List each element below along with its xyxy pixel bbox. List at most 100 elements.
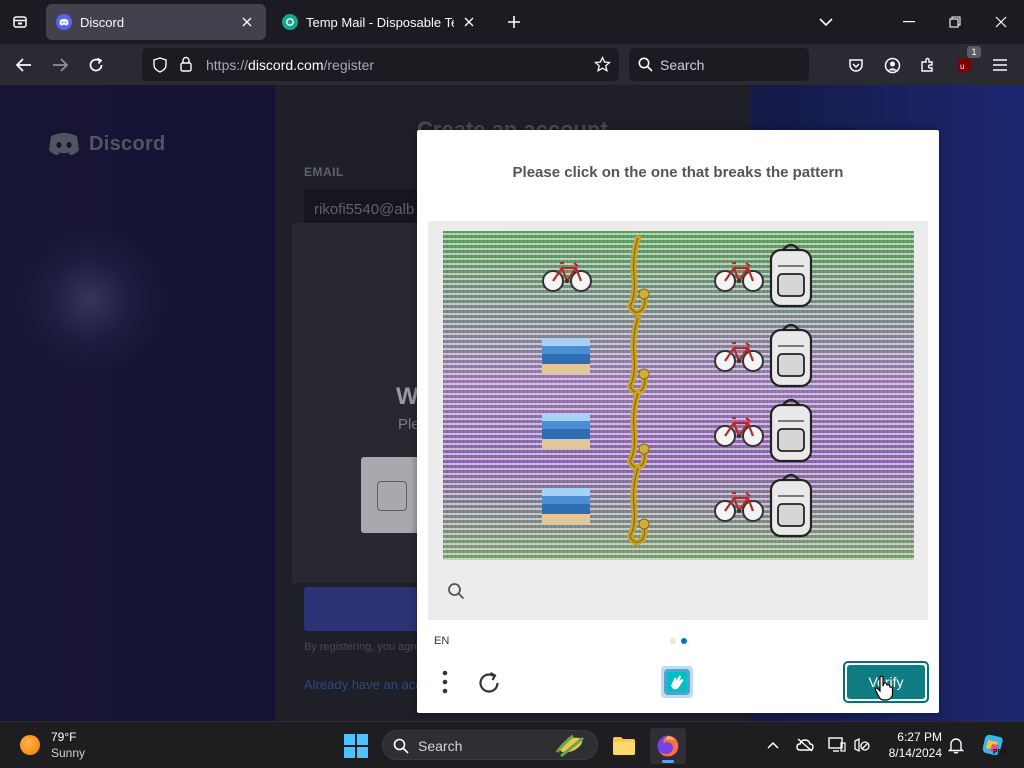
weather-temperature[interactable]: 79°F	[51, 730, 76, 744]
minimize-icon	[903, 21, 915, 23]
onedrive-offline-icon[interactable]	[794, 734, 816, 756]
hcaptcha-challenge: Please click on the one that breaks the …	[417, 130, 939, 713]
challenge-prompt: Please click on the one that breaks the …	[512, 164, 844, 181]
saxophone-icon[interactable]	[626, 390, 650, 471]
weather-description[interactable]: Sunny	[51, 746, 85, 760]
bicycle-icon[interactable]	[714, 261, 764, 292]
kebab-menu-icon	[442, 670, 448, 694]
clock-time[interactable]: 6:27 PM	[880, 730, 942, 744]
puzzle-piece-icon	[921, 57, 933, 72]
language-selector[interactable]: EN	[434, 635, 449, 647]
url-host: discord.com	[248, 57, 324, 73]
search-placeholder: Search	[660, 57, 705, 73]
pocket-icon	[849, 58, 863, 72]
taskbar-search-box[interactable]: Search	[382, 730, 598, 760]
bicycle-icon[interactable]	[714, 341, 764, 372]
list-all-tabs-button[interactable]	[812, 8, 840, 36]
show-hidden-icons-button[interactable]	[762, 734, 784, 756]
copilot-button[interactable]: PRE	[980, 732, 1006, 758]
reload-button[interactable]	[81, 50, 111, 80]
backpack-icon[interactable]	[769, 323, 813, 388]
arrow-right-icon	[53, 58, 68, 72]
close-window-button[interactable]	[978, 0, 1024, 44]
chevron-up-icon	[767, 741, 779, 749]
refresh-challenge-button[interactable]	[474, 668, 504, 698]
lock-icon	[180, 56, 192, 72]
screen: Discord Temp Mail - Disposable Temporary	[0, 0, 1024, 768]
restore-icon	[949, 16, 961, 28]
search-icon	[448, 583, 465, 600]
chevron-down-icon	[819, 18, 833, 27]
account-icon	[884, 57, 900, 73]
display-icon[interactable]	[826, 734, 848, 756]
challenge-image[interactable]	[443, 231, 914, 560]
backpack-icon[interactable]	[769, 243, 813, 308]
menu-button[interactable]	[433, 668, 457, 696]
new-tab-button[interactable]	[500, 8, 528, 36]
close-tab-icon[interactable]	[460, 13, 478, 31]
restore-button[interactable]	[932, 0, 978, 44]
zoom-button[interactable]	[444, 579, 468, 603]
close-icon	[995, 16, 1007, 28]
challenge-grid	[542, 235, 813, 546]
discord-favicon-icon	[56, 14, 72, 30]
search-bar[interactable]: Search	[629, 48, 809, 81]
start-button[interactable]	[344, 734, 368, 758]
pocket-button[interactable]	[841, 50, 871, 80]
svg-text:PRE: PRE	[993, 749, 1006, 756]
bookmark-star-icon[interactable]	[594, 56, 611, 73]
url-text: https://discord.com/register	[206, 57, 374, 73]
hcaptcha-logo	[660, 665, 694, 699]
arrow-left-icon	[16, 58, 31, 72]
saxophone-icon[interactable]	[626, 465, 650, 546]
minimize-button[interactable]	[886, 0, 932, 44]
bicycle-icon[interactable]	[714, 416, 764, 447]
file-explorer-button[interactable]	[606, 728, 642, 764]
temp-mail-favicon-icon	[282, 14, 298, 30]
tab-title: Discord	[80, 14, 125, 30]
windows-logo-icon	[344, 734, 368, 758]
clock-date[interactable]: 8/14/2024	[872, 746, 942, 760]
back-button[interactable]	[9, 50, 39, 80]
firefox-view-icon	[13, 16, 27, 28]
svg-text:u: u	[960, 62, 964, 71]
account-button[interactable]	[877, 50, 907, 80]
folder-icon	[613, 737, 635, 755]
close-tab-icon[interactable]	[238, 13, 256, 31]
notifications-button[interactable]	[945, 734, 967, 756]
taskbar-search-placeholder: Search	[418, 738, 463, 754]
url-path: /register	[323, 57, 375, 73]
beach-photo-icon[interactable]	[542, 338, 590, 374]
backpack-icon[interactable]	[769, 398, 813, 463]
beach-photo-icon[interactable]	[542, 488, 590, 524]
copilot-icon: PRE	[982, 734, 1006, 756]
saxophone-icon[interactable]	[626, 235, 650, 316]
taskbar: 79°F Sunny Search 6:27 PM 8/14/2024 PRE	[0, 721, 1024, 768]
hand-cursor-icon	[874, 675, 894, 701]
sunny-weather-icon[interactable]	[20, 735, 40, 755]
tab-title: Temp Mail - Disposable Temporary	[306, 14, 454, 30]
address-bar[interactable]: https://discord.com/register	[142, 48, 619, 81]
firefox-taskbar-button[interactable]	[650, 728, 686, 764]
tab-temp-mail[interactable]: Temp Mail - Disposable Temporary	[272, 4, 488, 40]
firefox-view-button[interactable]	[6, 8, 34, 36]
network-volume-icon[interactable]	[851, 734, 873, 756]
saxophone-icon[interactable]	[626, 315, 650, 396]
search-icon	[393, 738, 409, 754]
bicycle-icon[interactable]	[542, 261, 592, 292]
bicycle-icon[interactable]	[714, 491, 764, 522]
hcaptcha-logo-icon	[661, 666, 693, 698]
page-indicator-dot-active	[681, 638, 687, 644]
reload-icon	[89, 57, 103, 72]
browser-nav-bar: https://discord.com/register Search u 1	[0, 44, 1024, 85]
tab-discord[interactable]: Discord	[46, 4, 266, 40]
extensions-button[interactable]	[913, 50, 943, 80]
backpack-icon[interactable]	[769, 473, 813, 538]
extension-badge: 1	[967, 46, 981, 58]
forward-button[interactable]	[45, 50, 75, 80]
corn-search-highlight-icon	[555, 734, 584, 758]
app-menu-button[interactable]	[985, 50, 1015, 80]
ublock-origin-button[interactable]: u 1	[949, 46, 981, 80]
ublock-shield-icon: u	[957, 57, 971, 73]
beach-photo-icon[interactable]	[542, 413, 590, 449]
